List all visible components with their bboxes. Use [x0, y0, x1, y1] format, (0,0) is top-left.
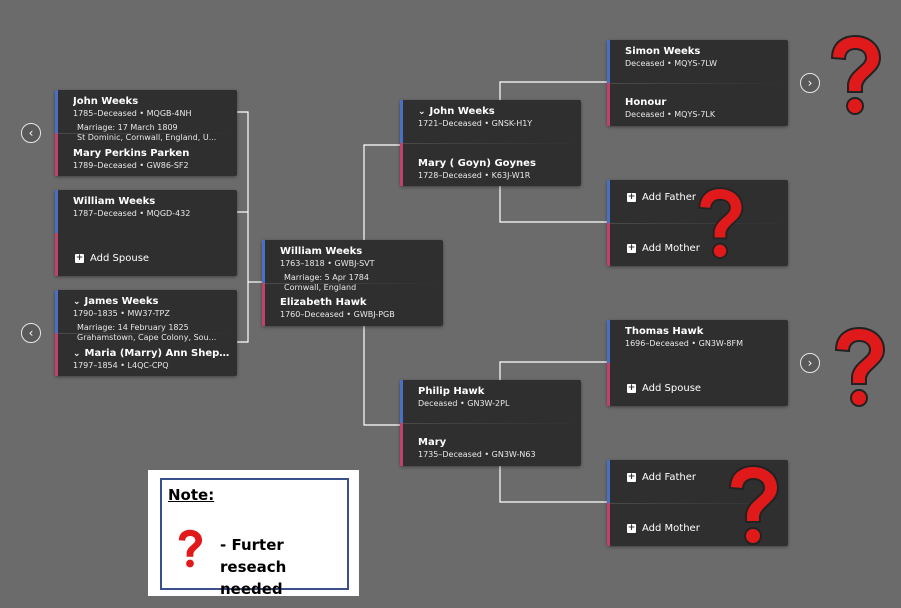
add-father-button[interactable]: + Add Father	[627, 192, 696, 203]
plus-box-icon: +	[627, 243, 636, 253]
add-father-label: Add Father	[642, 192, 697, 203]
person-meta: 1789–Deceased • GW86-SF2	[73, 161, 189, 170]
parent-mother-mary-goynes[interactable]: Mary ( Goyn) Goynes 1728–Deceased • K63J…	[418, 158, 577, 180]
person-meta: 1760–Deceased • GWBJ-PGB	[280, 310, 395, 319]
question-mark-icon	[830, 34, 882, 115]
plus-box-icon: +	[627, 192, 636, 202]
note-frame: Note: - Furter reseach needed	[160, 478, 349, 598]
person-name: Thomas Hawk	[625, 326, 704, 337]
add-spouse-button[interactable]: + Add Spouse	[75, 253, 149, 264]
grandparent-simon-weeks[interactable]: Simon Weeks Deceased • MQYS-7LW	[625, 46, 784, 68]
marriage-info: Marriage: 14 February 1825 Grahamstown, …	[77, 323, 233, 343]
grandparents-card-unknown-1[interactable]: + Add Father + Add Mother	[607, 180, 788, 266]
plus-box-icon: +	[75, 253, 84, 263]
person-name: James Weeks	[84, 296, 159, 307]
person-name: Mary Perkins Parken	[73, 148, 190, 159]
child-person-james-weeks[interactable]: ⌄ James Weeks 1790–1835 • MW37-TPZ	[73, 296, 233, 318]
grandparents-card-unknown-2[interactable]: + Add Father + Add Mother	[607, 460, 788, 546]
person-meta: Deceased • MQYS-7LW	[625, 59, 718, 68]
parent-mother-mary[interactable]: Mary 1735–Deceased • GN3W-N63	[418, 437, 577, 459]
child-family-card-3[interactable]: ⌄ James Weeks 1790–1835 • MW37-TPZ Marria…	[55, 290, 237, 376]
marriage-place: St Dominic, Cornwall, England, U...	[77, 133, 217, 142]
note-title: Note:	[168, 486, 215, 504]
chevron-right-icon: ›	[807, 356, 813, 370]
add-spouse-label: Add Spouse	[90, 253, 150, 264]
person-name: Elizabeth Hawk	[280, 297, 367, 308]
add-spouse-label: Add Spouse	[642, 383, 702, 394]
question-mark-icon	[834, 326, 886, 407]
person-name: John Weeks	[73, 96, 139, 107]
add-mother-button[interactable]: + Add Mother	[627, 523, 700, 534]
plus-box-icon: +	[627, 472, 636, 482]
chevron-left-icon: ‹	[28, 326, 34, 340]
marriage-place: Grahamstown, Cape Colony, Sou...	[77, 333, 217, 342]
note-legend: Note: - Furter reseach needed	[148, 470, 359, 598]
person-name: William Weeks	[73, 196, 156, 207]
person-meta: 1790–1835 • MW37-TPZ	[73, 309, 170, 318]
parents-card-hawk[interactable]: Philip Hawk Deceased • GN3W-2PL Mary 173…	[400, 380, 581, 466]
marriage-date: Marriage: 14 February 1825	[77, 323, 189, 332]
person-name: Maria (Marry) Ann Sheppers...	[84, 348, 233, 359]
marriage-info: Marriage: 17 March 1809 St Dominic, Corn…	[77, 123, 233, 143]
child-spouse-maria-ann[interactable]: ⌄Maria (Marry) Ann Sheppers... 1797–1854…	[73, 348, 233, 370]
child-family-card-2[interactable]: William Weeks 1787–Deceased • MQGD-432 +…	[55, 190, 237, 276]
grandparent-honour[interactable]: Honour Deceased • MQYS-7LK	[625, 97, 784, 119]
person-meta: 1763–1818 • GWBJ-SVT	[280, 259, 375, 268]
chevron-right-icon: ›	[807, 76, 813, 90]
add-mother-button[interactable]: + Add Mother	[627, 243, 700, 254]
add-spouse-button[interactable]: + Add Spouse	[627, 383, 701, 394]
person-name: John Weeks	[429, 106, 495, 117]
chevron-down-icon[interactable]: ⌄	[73, 297, 81, 307]
next-generation-button-2[interactable]: ›	[800, 353, 820, 373]
focus-person-william-weeks[interactable]: William Weeks 1763–1818 • GWBJ-SVT	[280, 246, 439, 268]
child-person-william-weeks[interactable]: William Weeks 1787–Deceased • MQGD-432	[73, 196, 233, 218]
marriage-info: Marriage: 5 Apr 1784 Cornwall, England	[284, 273, 439, 293]
person-meta: Deceased • MQYS-7LK	[625, 110, 716, 119]
child-person-john-weeks[interactable]: John Weeks 1785–Deceased • MQGB-4NH	[73, 96, 233, 118]
parent-father-john-weeks[interactable]: ⌄ John Weeks 1721–Deceased • GNSK-H1Y	[418, 106, 577, 128]
person-name: Philip Hawk	[418, 386, 485, 397]
person-meta: 1721–Deceased • GNSK-H1Y	[418, 119, 533, 128]
person-meta: 1787–Deceased • MQGD-432	[73, 209, 191, 218]
focus-couple-card[interactable]: William Weeks 1763–1818 • GWBJ-SVT Marri…	[262, 240, 443, 326]
prev-generation-button-2[interactable]: ‹	[21, 323, 41, 343]
person-name: William Weeks	[280, 246, 363, 257]
chevron-left-icon: ‹	[28, 126, 34, 140]
question-mark-icon	[178, 529, 203, 568]
next-generation-button-1[interactable]: ›	[800, 73, 820, 93]
focus-spouse-elizabeth-hawk[interactable]: Elizabeth Hawk 1760–Deceased • GWBJ-PGB	[280, 297, 439, 319]
person-meta: 1728–Deceased • K63J-W1R	[418, 171, 531, 180]
child-spouse-mary-perkins-parken[interactable]: Mary Perkins Parken 1789–Deceased • GW86…	[73, 148, 233, 170]
plus-box-icon: +	[627, 523, 636, 533]
add-father-label: Add Father	[642, 472, 697, 483]
grandparent-thomas-hawk[interactable]: Thomas Hawk 1696–Deceased • GN3W-8FM	[625, 326, 784, 348]
grandparents-card-simon-honour[interactable]: Simon Weeks Deceased • MQYS-7LW Honour D…	[607, 40, 788, 126]
person-name: Simon Weeks	[625, 46, 701, 57]
parents-card-weeks[interactable]: ⌄ John Weeks 1721–Deceased • GNSK-H1Y Mar…	[400, 100, 581, 186]
chevron-down-icon[interactable]: ⌄	[73, 349, 81, 359]
chevron-down-icon[interactable]: ⌄	[418, 107, 426, 117]
person-meta: 1696–Deceased • GN3W-8FM	[625, 339, 743, 348]
person-name: Honour	[625, 97, 667, 108]
parent-father-philip-hawk[interactable]: Philip Hawk Deceased • GN3W-2PL	[418, 386, 577, 408]
marriage-date: Marriage: 17 March 1809	[77, 123, 178, 132]
add-mother-label: Add Mother	[642, 523, 700, 534]
prev-generation-button-1[interactable]: ‹	[21, 123, 41, 143]
person-meta: 1785–Deceased • MQGB-4NH	[73, 109, 192, 118]
grandparents-card-thomas-hawk[interactable]: Thomas Hawk 1696–Deceased • GN3W-8FM + A…	[607, 320, 788, 406]
plus-box-icon: +	[627, 383, 636, 393]
marriage-date: Marriage: 5 Apr 1784	[284, 273, 369, 282]
person-meta: 1735–Deceased • GN3W-N63	[418, 450, 536, 459]
child-family-card-1[interactable]: John Weeks 1785–Deceased • MQGB-4NH Marr…	[55, 90, 237, 176]
note-text: - Furter reseach needed	[220, 536, 287, 598]
add-father-button[interactable]: + Add Father	[627, 472, 696, 483]
marriage-place: Cornwall, England	[284, 283, 357, 292]
person-meta: 1797–1854 • L4QC-CPQ	[73, 361, 169, 370]
person-name: Mary ( Goyn) Goynes	[418, 158, 536, 169]
person-meta: Deceased • GN3W-2PL	[418, 399, 510, 408]
person-name: Mary	[418, 437, 447, 448]
add-mother-label: Add Mother	[642, 243, 700, 254]
